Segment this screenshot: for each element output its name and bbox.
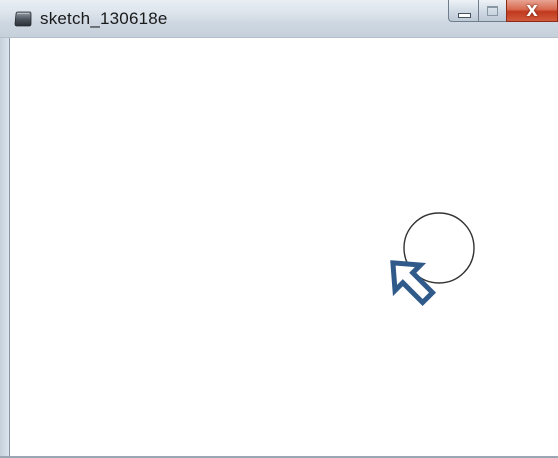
close-icon: X (526, 1, 538, 20)
canvas-drawing (390, 212, 475, 307)
minimize-button[interactable] (448, 0, 478, 22)
maximize-button[interactable] (478, 0, 506, 22)
window-title: sketch_130618e (40, 9, 168, 28)
sketch-canvas[interactable] (10, 38, 558, 456)
close-button[interactable]: X (506, 0, 558, 22)
caption-buttons: X (448, 0, 558, 22)
title-bar[interactable]: sketch_130618e X (0, 0, 558, 38)
window-frame-left (0, 38, 10, 458)
minimize-icon (458, 13, 471, 18)
processing-sketch-icon[interactable] (14, 11, 32, 27)
maximize-icon (487, 6, 498, 16)
arrow-cursor-icon (390, 260, 437, 307)
sketch-window: sketch_130618e X (0, 0, 558, 458)
